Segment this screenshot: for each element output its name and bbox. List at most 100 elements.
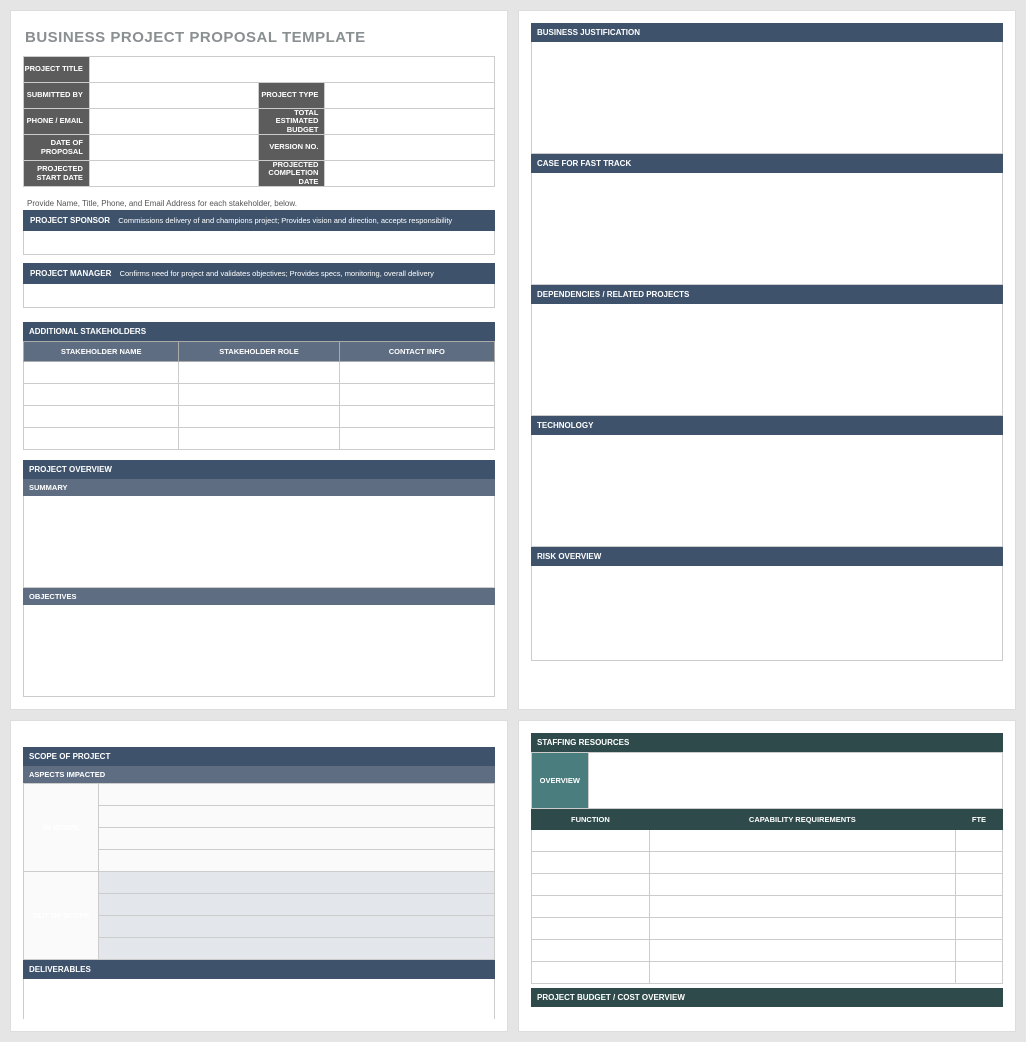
table-cell[interactable] bbox=[99, 850, 495, 872]
label-submitted-by: SUBMITTED BY bbox=[24, 83, 90, 109]
business-justification-body[interactable] bbox=[531, 42, 1003, 154]
staffing-overview-label: OVERVIEW bbox=[532, 753, 589, 809]
fast-track-header: CASE FOR FAST TRACK bbox=[531, 154, 1003, 173]
value-submitted-by[interactable] bbox=[89, 83, 259, 109]
document-title: BUSINESS PROJECT PROPOSAL TEMPLATE bbox=[25, 29, 495, 46]
table-cell[interactable] bbox=[179, 362, 339, 384]
table-cell[interactable] bbox=[649, 940, 955, 962]
table-cell[interactable] bbox=[649, 874, 955, 896]
project-budget-header: PROJECT BUDGET / COST OVERVIEW bbox=[531, 988, 1003, 1007]
project-manager-label: PROJECT MANAGER bbox=[30, 269, 111, 278]
objectives-subhead: OBJECTIVES bbox=[23, 588, 495, 605]
col-contact-info: CONTACT INFO bbox=[339, 342, 494, 362]
table-cell[interactable] bbox=[179, 406, 339, 428]
table-cell[interactable] bbox=[955, 940, 1002, 962]
in-scope-label: IN SCOPE bbox=[24, 784, 99, 872]
technology-body[interactable] bbox=[531, 435, 1003, 547]
value-version-no[interactable] bbox=[325, 135, 495, 161]
project-sponsor-label: PROJECT SPONSOR bbox=[30, 216, 110, 225]
table-cell[interactable] bbox=[24, 362, 179, 384]
value-date-proposal[interactable] bbox=[89, 135, 259, 161]
dependencies-header: DEPENDENCIES / RELATED PROJECTS bbox=[531, 285, 1003, 304]
table-cell[interactable] bbox=[955, 830, 1002, 852]
table-cell[interactable] bbox=[649, 896, 955, 918]
col-fte: FTE bbox=[955, 810, 1002, 830]
project-sponsor-input[interactable] bbox=[23, 231, 495, 255]
table-cell[interactable] bbox=[649, 830, 955, 852]
table-cell[interactable] bbox=[955, 896, 1002, 918]
table-cell[interactable] bbox=[532, 852, 650, 874]
label-total-budget: TOTAL ESTIMATED BUDGET bbox=[259, 109, 325, 135]
technology-header: TECHNOLOGY bbox=[531, 416, 1003, 435]
table-cell[interactable] bbox=[955, 852, 1002, 874]
table-cell[interactable] bbox=[532, 962, 650, 984]
table-cell[interactable] bbox=[99, 784, 495, 806]
out-of-scope-label: OUT OF SCOPE bbox=[24, 872, 99, 960]
summary-subhead: SUMMARY bbox=[23, 479, 495, 496]
project-manager-input[interactable] bbox=[23, 284, 495, 308]
label-version-no: VERSION NO. bbox=[259, 135, 325, 161]
value-project-type[interactable] bbox=[325, 83, 495, 109]
table-cell[interactable] bbox=[649, 918, 955, 940]
staffing-overview-body[interactable] bbox=[588, 753, 1002, 809]
value-projected-completion[interactable] bbox=[325, 161, 495, 187]
table-cell[interactable] bbox=[339, 384, 494, 406]
table-cell[interactable] bbox=[99, 806, 495, 828]
risk-overview-body[interactable] bbox=[531, 566, 1003, 661]
risk-overview-header: RISK OVERVIEW bbox=[531, 547, 1003, 566]
value-total-budget[interactable] bbox=[325, 109, 495, 135]
table-cell[interactable] bbox=[99, 916, 495, 938]
deliverables-body[interactable] bbox=[23, 979, 495, 1019]
table-cell[interactable] bbox=[532, 896, 650, 918]
label-projected-start: PROJECTED START DATE bbox=[24, 161, 90, 187]
table-cell[interactable] bbox=[955, 918, 1002, 940]
table-cell[interactable] bbox=[24, 384, 179, 406]
project-manager-bar: PROJECT MANAGER Confirms need for projec… bbox=[23, 263, 495, 284]
table-cell[interactable] bbox=[532, 830, 650, 852]
staffing-resources-header: STAFFING RESOURCES bbox=[531, 733, 1003, 752]
table-cell[interactable] bbox=[24, 406, 179, 428]
col-stakeholder-name: STAKEHOLDER NAME bbox=[24, 342, 179, 362]
table-cell[interactable] bbox=[955, 962, 1002, 984]
aspects-impacted-subhead: ASPECTS IMPACTED bbox=[23, 766, 495, 783]
table-cell[interactable] bbox=[649, 962, 955, 984]
business-justification-header: BUSINESS JUSTIFICATION bbox=[531, 23, 1003, 42]
scope-table: IN SCOPE OUT OF SCOPE bbox=[23, 783, 495, 960]
value-project-title[interactable] bbox=[89, 57, 494, 83]
col-capability: CAPABILITY REQUIREMENTS bbox=[649, 810, 955, 830]
table-cell[interactable] bbox=[532, 918, 650, 940]
table-cell[interactable] bbox=[532, 874, 650, 896]
label-date-proposal: DATE OF PROPOSAL bbox=[24, 135, 90, 161]
project-sponsor-desc: Commissions delivery of and champions pr… bbox=[118, 216, 452, 225]
table-cell[interactable] bbox=[99, 894, 495, 916]
table-cell[interactable] bbox=[649, 852, 955, 874]
label-project-title: PROJECT TITLE bbox=[24, 57, 90, 83]
project-overview-header: PROJECT OVERVIEW bbox=[23, 460, 495, 479]
col-function: FUNCTION bbox=[532, 810, 650, 830]
table-cell[interactable] bbox=[339, 362, 494, 384]
table-cell[interactable] bbox=[955, 874, 1002, 896]
table-cell[interactable] bbox=[532, 940, 650, 962]
fast-track-body[interactable] bbox=[531, 173, 1003, 285]
table-cell[interactable] bbox=[339, 406, 494, 428]
value-phone-email[interactable] bbox=[89, 109, 259, 135]
page-4: STAFFING RESOURCES OVERVIEW FUNCTION CAP… bbox=[518, 720, 1016, 1032]
col-stakeholder-role: STAKEHOLDER ROLE bbox=[179, 342, 339, 362]
document-grid: BUSINESS PROJECT PROPOSAL TEMPLATE PROJE… bbox=[10, 10, 1016, 1032]
project-info-table: PROJECT TITLE SUBMITTED BY PROJECT TYPE … bbox=[23, 56, 495, 187]
page-2: BUSINESS JUSTIFICATION CASE FOR FAST TRA… bbox=[518, 10, 1016, 710]
value-projected-start[interactable] bbox=[89, 161, 259, 187]
dependencies-body[interactable] bbox=[531, 304, 1003, 416]
label-project-type: PROJECT TYPE bbox=[259, 83, 325, 109]
page-1: BUSINESS PROJECT PROPOSAL TEMPLATE PROJE… bbox=[10, 10, 508, 710]
table-cell[interactable] bbox=[179, 428, 339, 450]
table-cell[interactable] bbox=[99, 872, 495, 894]
page-3: SCOPE OF PROJECT ASPECTS IMPACTED IN SCO… bbox=[10, 720, 508, 1032]
project-manager-desc: Confirms need for project and validates … bbox=[120, 269, 434, 278]
table-cell[interactable] bbox=[99, 828, 495, 850]
objectives-body[interactable] bbox=[23, 605, 495, 697]
table-cell[interactable] bbox=[179, 384, 339, 406]
table-cell[interactable] bbox=[339, 428, 494, 450]
table-cell[interactable] bbox=[24, 428, 179, 450]
summary-body[interactable] bbox=[23, 496, 495, 588]
